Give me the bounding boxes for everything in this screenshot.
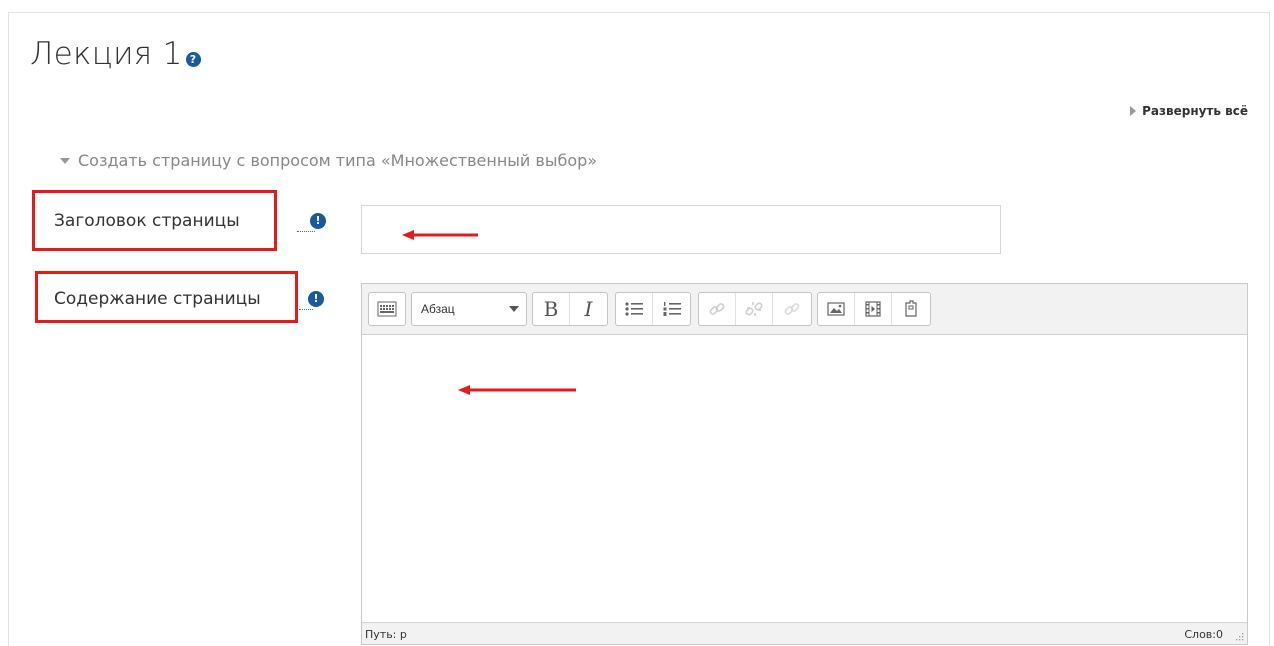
italic-button[interactable]: I — [570, 293, 607, 325]
content-edit-area[interactable] — [362, 335, 1247, 622]
manage-files-icon — [904, 300, 917, 317]
toolbar-group: B I — [532, 292, 608, 326]
anchor-button[interactable] — [773, 293, 810, 325]
toolbar-group — [817, 292, 931, 326]
expand-arrow-icon — [1130, 106, 1137, 116]
format-select[interactable]: Абзац — [411, 292, 527, 326]
link-button[interactable] — [699, 293, 736, 325]
editor-toolbar: Абзац B I — [362, 284, 1247, 335]
toolbar-toggle-icon — [377, 301, 397, 317]
label-dots — [297, 231, 315, 232]
unlink-icon — [745, 302, 763, 316]
page-title: Лекция 1 ? — [30, 36, 201, 72]
manage-files-button[interactable] — [892, 293, 929, 325]
toolbar-group — [615, 292, 691, 326]
required-icon[interactable]: ! — [308, 291, 324, 307]
bold-icon: B — [543, 297, 559, 321]
format-select-value: Абзац — [421, 302, 455, 316]
required-icon[interactable]: ! — [310, 213, 326, 229]
image-button[interactable] — [818, 293, 855, 325]
unordered-list-button[interactable] — [616, 293, 653, 325]
media-icon — [865, 301, 881, 317]
help-icon[interactable]: ? — [185, 51, 201, 67]
annotation-arrow — [458, 385, 576, 395]
chevron-down-icon — [509, 306, 519, 312]
link-icon — [709, 303, 725, 315]
editor-statusbar: Путь: p Слов:0 — [362, 622, 1247, 644]
word-count: Слов:0 — [1184, 628, 1223, 641]
italic-icon: I — [584, 297, 593, 321]
page-title-text: Лекция 1 — [30, 36, 183, 72]
toolbar-toggle-button[interactable] — [369, 293, 405, 325]
unlink-button[interactable] — [736, 293, 773, 325]
ordered-list-icon — [663, 302, 681, 316]
rich-text-editor: Абзац B I Путь: p Слов:0 — [361, 283, 1248, 645]
anchor-icon — [784, 303, 799, 315]
resize-handle-icon[interactable] — [1234, 631, 1244, 641]
unordered-list-icon — [625, 302, 643, 316]
expand-all-label: Развернуть всё — [1142, 104, 1248, 118]
expand-all-link[interactable]: Развернуть всё — [1130, 104, 1248, 118]
section-header[interactable]: Создать страницу с вопросом типа «Множес… — [60, 151, 597, 170]
media-button[interactable] — [855, 293, 892, 325]
annotation-arrow — [402, 230, 478, 240]
status-path: Путь: p — [365, 628, 407, 641]
ordered-list-button[interactable] — [653, 293, 690, 325]
bold-button[interactable]: B — [533, 293, 570, 325]
page-title-label: Заголовок страницы — [54, 211, 240, 231]
toolbar-group — [368, 292, 406, 326]
collapse-arrow-icon — [60, 157, 70, 164]
label-dots — [299, 309, 313, 310]
section-title: Создать страницу с вопросом типа «Множес… — [78, 151, 598, 170]
page-content-label: Содержание страницы — [54, 289, 261, 309]
image-icon — [827, 302, 845, 316]
toolbar-group — [698, 292, 812, 326]
